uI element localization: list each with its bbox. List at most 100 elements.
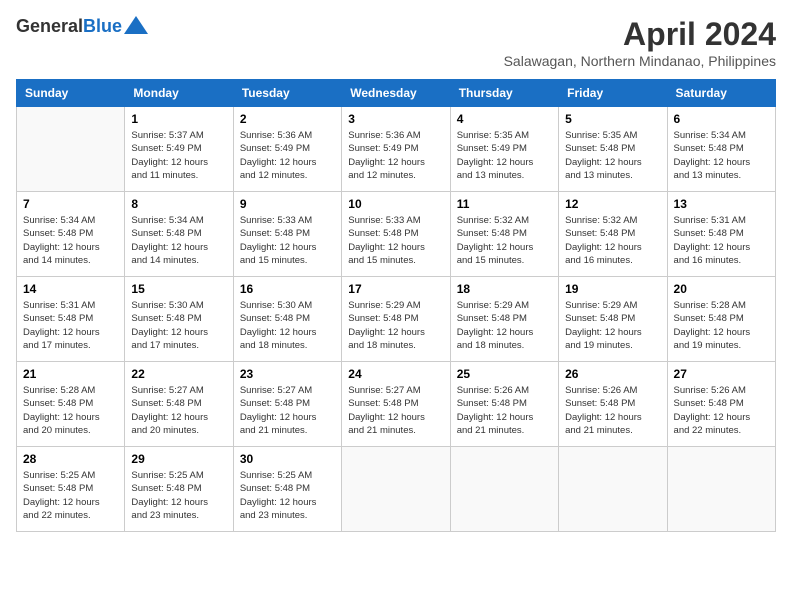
day-info: Sunrise: 5:25 AMSunset: 5:48 PMDaylight:… [131, 469, 226, 522]
day-number: 22 [131, 367, 226, 381]
day-info: Sunrise: 5:27 AMSunset: 5:48 PMDaylight:… [240, 384, 335, 437]
day-info: Sunrise: 5:27 AMSunset: 5:48 PMDaylight:… [131, 384, 226, 437]
day-number: 20 [674, 282, 769, 296]
day-info: Sunrise: 5:36 AMSunset: 5:49 PMDaylight:… [240, 129, 335, 182]
calendar-header-tuesday: Tuesday [233, 80, 341, 107]
page-header: GeneralBlue April 2024 Salawagan, Northe… [16, 16, 776, 69]
calendar-week-row: 1 Sunrise: 5:37 AMSunset: 5:49 PMDaylight… [17, 107, 776, 192]
day-info: Sunrise: 5:34 AMSunset: 5:48 PMDaylight:… [23, 214, 118, 267]
calendar-cell: 10Sunrise: 5:33 AMSunset: 5:48 PMDayligh… [342, 192, 450, 277]
logo-icon [124, 16, 148, 34]
calendar-header-thursday: Thursday [450, 80, 558, 107]
day-info: Sunrise: 5:26 AMSunset: 5:48 PMDaylight:… [457, 384, 552, 437]
day-number: 18 [457, 282, 552, 296]
day-info: Sunrise: 5:28 AMSunset: 5:48 PMDaylight:… [674, 299, 769, 352]
calendar-cell: 4 Sunrise: 5:35 AMSunset: 5:49 PMDaylight… [450, 107, 558, 192]
day-number: 3 [348, 112, 443, 126]
calendar-cell: 30Sunrise: 5:25 AMSunset: 5:48 PMDayligh… [233, 447, 341, 532]
day-number: 9 [240, 197, 335, 211]
day-info: Sunrise: 5:29 AMSunset: 5:48 PMDaylight:… [348, 299, 443, 352]
calendar-cell [342, 447, 450, 532]
calendar-cell: 13 Sunrise: 5:31 AMSunset: 5:48 PMDayligh… [667, 192, 775, 277]
calendar-cell [667, 447, 775, 532]
logo: GeneralBlue [16, 16, 148, 37]
calendar-week-row: 21 Sunrise: 5:28 AMSunset: 5:48 PMDayligh… [17, 362, 776, 447]
calendar-cell: 18 Sunrise: 5:29 AMSunset: 5:48 PMDayligh… [450, 277, 558, 362]
calendar-cell: 2 Sunrise: 5:36 AMSunset: 5:49 PMDaylight… [233, 107, 341, 192]
day-number: 16 [240, 282, 335, 296]
calendar-header-row: SundayMondayTuesdayWednesdayThursdayFrid… [17, 80, 776, 107]
day-info: Sunrise: 5:25 AMSunset: 5:48 PMDaylight:… [23, 469, 118, 522]
day-info: Sunrise: 5:31 AMSunset: 5:48 PMDaylight:… [674, 214, 769, 267]
day-number: 5 [565, 112, 660, 126]
calendar-cell: 27 Sunrise: 5:26 AMSunset: 5:48 PMDayligh… [667, 362, 775, 447]
logo-general-text: GeneralBlue [16, 16, 122, 37]
day-number: 26 [565, 367, 660, 381]
calendar-cell: 3 Sunrise: 5:36 AMSunset: 5:49 PMDaylight… [342, 107, 450, 192]
calendar-cell: 26 Sunrise: 5:26 AMSunset: 5:48 PMDayligh… [559, 362, 667, 447]
day-number: 11 [457, 197, 552, 211]
calendar-cell: 9Sunrise: 5:33 AMSunset: 5:48 PMDaylight… [233, 192, 341, 277]
calendar-week-row: 7 Sunrise: 5:34 AMSunset: 5:48 PMDaylight… [17, 192, 776, 277]
calendar-header-friday: Friday [559, 80, 667, 107]
day-number: 12 [565, 197, 660, 211]
calendar-header-monday: Monday [125, 80, 233, 107]
calendar-cell: 6 Sunrise: 5:34 AMSunset: 5:48 PMDaylight… [667, 107, 775, 192]
calendar-cell: 21 Sunrise: 5:28 AMSunset: 5:48 PMDayligh… [17, 362, 125, 447]
calendar-cell [559, 447, 667, 532]
calendar-cell: 11 Sunrise: 5:32 AMSunset: 5:48 PMDayligh… [450, 192, 558, 277]
calendar-header-wednesday: Wednesday [342, 80, 450, 107]
day-info: Sunrise: 5:28 AMSunset: 5:48 PMDaylight:… [23, 384, 118, 437]
month-title: April 2024 [504, 16, 776, 53]
day-number: 29 [131, 452, 226, 466]
day-info: Sunrise: 5:32 AMSunset: 5:48 PMDaylight:… [565, 214, 660, 267]
calendar-cell: 22 Sunrise: 5:27 AMSunset: 5:48 PMDayligh… [125, 362, 233, 447]
day-number: 27 [674, 367, 769, 381]
calendar-cell: 29 Sunrise: 5:25 AMSunset: 5:48 PMDayligh… [125, 447, 233, 532]
day-number: 15 [131, 282, 226, 296]
calendar-cell: 5 Sunrise: 5:35 AMSunset: 5:48 PMDaylight… [559, 107, 667, 192]
calendar-cell: 17 Sunrise: 5:29 AMSunset: 5:48 PMDayligh… [342, 277, 450, 362]
calendar-cell: 15 Sunrise: 5:30 AMSunset: 5:48 PMDayligh… [125, 277, 233, 362]
day-info: Sunrise: 5:32 AMSunset: 5:48 PMDaylight:… [457, 214, 552, 267]
calendar-cell: 19Sunrise: 5:29 AMSunset: 5:48 PMDayligh… [559, 277, 667, 362]
day-number: 2 [240, 112, 335, 126]
title-section: April 2024 Salawagan, Northern Mindanao,… [504, 16, 776, 69]
day-number: 17 [348, 282, 443, 296]
day-info: Sunrise: 5:26 AMSunset: 5:48 PMDaylight:… [565, 384, 660, 437]
day-info: Sunrise: 5:33 AMSunset: 5:48 PMDaylight:… [348, 214, 443, 267]
day-info: Sunrise: 5:27 AMSunset: 5:48 PMDaylight:… [348, 384, 443, 437]
location-title: Salawagan, Northern Mindanao, Philippine… [504, 53, 776, 69]
day-number: 14 [23, 282, 118, 296]
day-info: Sunrise: 5:34 AMSunset: 5:48 PMDaylight:… [674, 129, 769, 182]
day-number: 28 [23, 452, 118, 466]
day-info: Sunrise: 5:26 AMSunset: 5:48 PMDaylight:… [674, 384, 769, 437]
calendar-header-sunday: Sunday [17, 80, 125, 107]
day-number: 1 [131, 112, 226, 126]
day-number: 13 [674, 197, 769, 211]
day-info: Sunrise: 5:30 AMSunset: 5:48 PMDaylight:… [131, 299, 226, 352]
day-number: 6 [674, 112, 769, 126]
day-number: 21 [23, 367, 118, 381]
day-number: 24 [348, 367, 443, 381]
day-number: 25 [457, 367, 552, 381]
day-number: 30 [240, 452, 335, 466]
day-info: Sunrise: 5:31 AMSunset: 5:48 PMDaylight:… [23, 299, 118, 352]
calendar-cell: 14 Sunrise: 5:31 AMSunset: 5:48 PMDayligh… [17, 277, 125, 362]
day-info: Sunrise: 5:37 AMSunset: 5:49 PMDaylight:… [131, 129, 226, 182]
day-info: Sunrise: 5:30 AMSunset: 5:48 PMDaylight:… [240, 299, 335, 352]
day-info: Sunrise: 5:35 AMSunset: 5:49 PMDaylight:… [457, 129, 552, 182]
calendar-week-row: 14 Sunrise: 5:31 AMSunset: 5:48 PMDayligh… [17, 277, 776, 362]
day-info: Sunrise: 5:35 AMSunset: 5:48 PMDaylight:… [565, 129, 660, 182]
calendar-cell [17, 107, 125, 192]
day-number: 7 [23, 197, 118, 211]
calendar-cell: 23Sunrise: 5:27 AMSunset: 5:48 PMDayligh… [233, 362, 341, 447]
calendar-week-row: 28 Sunrise: 5:25 AMSunset: 5:48 PMDayligh… [17, 447, 776, 532]
calendar-cell [450, 447, 558, 532]
day-info: Sunrise: 5:36 AMSunset: 5:49 PMDaylight:… [348, 129, 443, 182]
calendar-header-saturday: Saturday [667, 80, 775, 107]
day-info: Sunrise: 5:29 AMSunset: 5:48 PMDaylight:… [457, 299, 552, 352]
day-number: 4 [457, 112, 552, 126]
calendar-cell: 12 Sunrise: 5:32 AMSunset: 5:48 PMDayligh… [559, 192, 667, 277]
calendar-cell: 1 Sunrise: 5:37 AMSunset: 5:49 PMDaylight… [125, 107, 233, 192]
